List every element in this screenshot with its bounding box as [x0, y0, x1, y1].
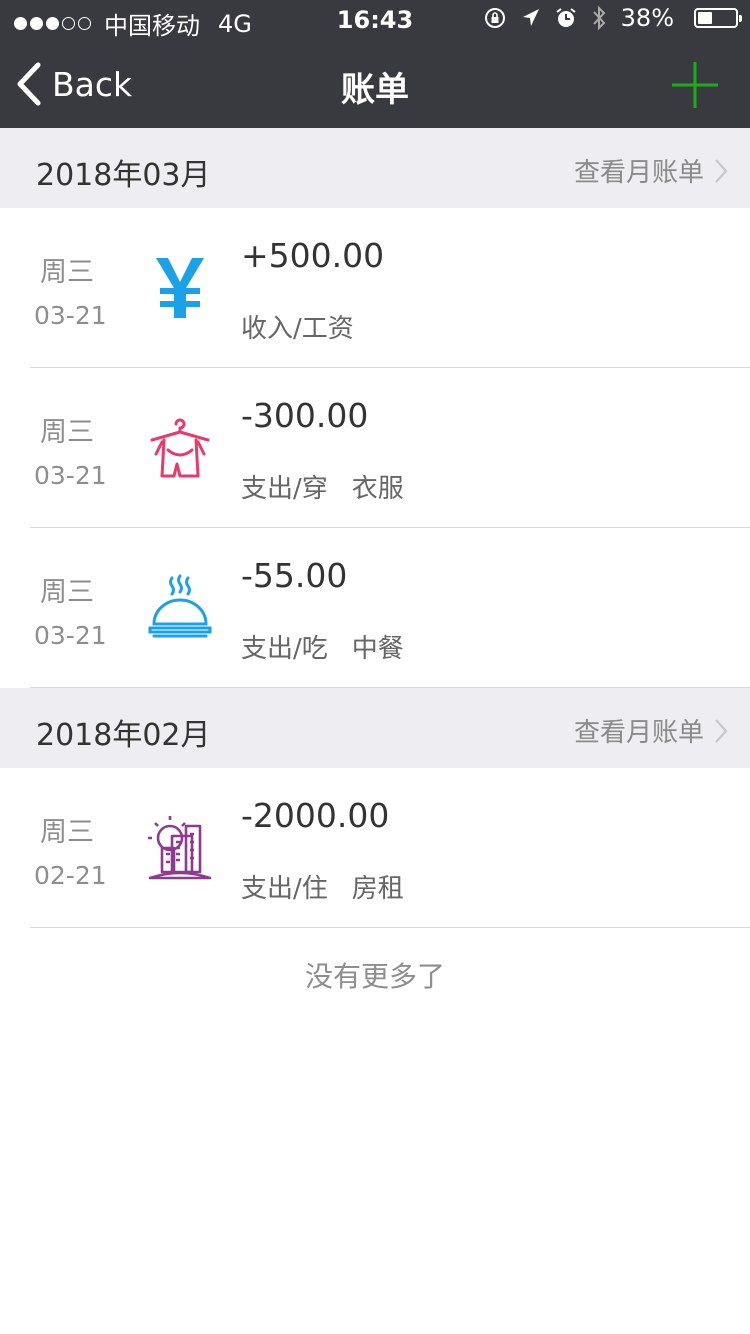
note: 中餐 [351, 634, 404, 664]
date: 02-21 [34, 861, 107, 890]
amount: -2000.00 [241, 796, 390, 835]
month-label: 2018年02月 [36, 718, 211, 753]
date: 03-21 [34, 461, 107, 490]
divider [30, 927, 750, 928]
category: 收入/工资 [241, 314, 354, 344]
date: 03-21 [34, 621, 107, 650]
note: 衣服 [351, 474, 404, 504]
alarm-icon [555, 7, 577, 29]
category-detail: 收入/工资 [241, 308, 354, 345]
bill-list-item[interactable]: 周三 02-21 -2000.00 支出/住 房租 [0, 768, 750, 928]
no-more-text: 没有更多了 [304, 960, 445, 993]
building-icon [148, 816, 212, 880]
category-detail: 支出/吃 中餐 [241, 628, 404, 665]
note: 房租 [351, 874, 404, 904]
chevron-right-icon [715, 718, 728, 743]
date: 03-21 [34, 301, 107, 330]
month-header: 2018年02月 查看月账单 [0, 688, 750, 768]
clothes-icon [150, 418, 210, 478]
category: 支出/吃 [241, 634, 328, 664]
navigation-bar: Back 账单 [0, 40, 750, 128]
bluetooth-icon [591, 5, 607, 31]
amount: -300.00 [241, 396, 369, 435]
battery-percent: 38% [620, 4, 674, 32]
month-header: 2018年03月 查看月账单 [0, 128, 750, 208]
plus-icon[interactable] [670, 60, 720, 110]
chevron-right-icon [715, 158, 728, 183]
weekday: 周三 [40, 417, 94, 448]
weekday: 周三 [40, 817, 94, 848]
weekday: 周三 [40, 577, 94, 608]
amount: +500.00 [241, 236, 385, 275]
yen-icon [156, 258, 204, 318]
bill-list-item[interactable]: 周三 03-21 +500.00 收入/工资 [0, 208, 750, 368]
back-button[interactable]: Back [16, 62, 132, 106]
status-bar: 中国移动 4G 16:43 38% [0, 0, 750, 40]
view-month-bill-link[interactable]: 查看月账单 [574, 152, 728, 189]
category-detail: 支出/住 房租 [241, 868, 404, 905]
view-month-bill-label: 查看月账单 [573, 718, 704, 748]
bill-list-item[interactable]: 周三 03-21 -300.00 支出/穿 衣服 [0, 368, 750, 528]
back-label: Back [52, 64, 133, 104]
food-cloche-icon [148, 574, 212, 638]
category: 支出/穿 [241, 474, 328, 504]
month-label: 2018年03月 [36, 158, 211, 193]
amount: -55.00 [241, 556, 348, 595]
category-detail: 支出/穿 衣服 [241, 468, 404, 505]
chevron-left-icon [17, 62, 41, 106]
status-right: 38% [469, 4, 742, 32]
bill-list-item[interactable]: 周三 03-21 -55.00 支出/吃 中餐 [0, 528, 750, 688]
view-month-bill-label: 查看月账单 [573, 158, 704, 188]
rotation-lock-icon [483, 6, 507, 30]
location-icon [521, 7, 541, 29]
category: 支出/住 [241, 874, 328, 904]
battery-icon [688, 8, 742, 28]
weekday: 周三 [40, 257, 94, 288]
view-month-bill-link[interactable]: 查看月账单 [574, 712, 728, 749]
